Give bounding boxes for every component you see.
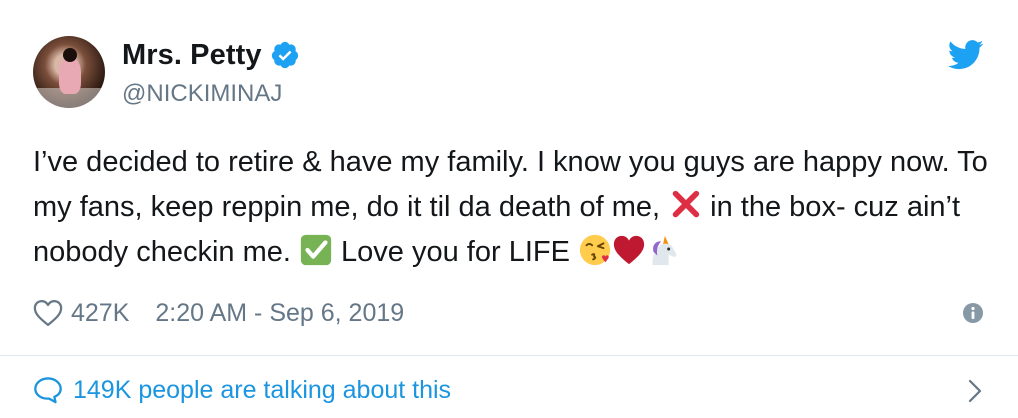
conversation-count-text[interactable]: 149K people are talking about this: [73, 376, 451, 405]
speech-bubble-icon: [34, 377, 62, 404]
info-icon[interactable]: [962, 302, 984, 324]
avatar-figure: [59, 58, 81, 94]
tweet-meta: 427K 2:20 AM - Sep 6, 2019: [33, 293, 404, 333]
name-row: Mrs. Petty: [122, 37, 300, 73]
tweet-text: I’ve decided to retire & have my family.…: [33, 140, 993, 275]
face-blowing-kiss-icon: [579, 234, 611, 266]
divider: [0, 355, 1018, 356]
avatar[interactable]: [33, 36, 105, 108]
heart-icon[interactable]: [33, 299, 63, 327]
tweet-card: Mrs. Petty @NICKIMINAJ I’ve decided to r…: [0, 0, 1018, 418]
twitter-bird-icon[interactable]: [948, 40, 984, 70]
display-name[interactable]: Mrs. Petty: [122, 39, 262, 72]
chevron-right-icon[interactable]: [966, 378, 984, 404]
check-mark-button-icon: [300, 234, 332, 266]
verified-badge-icon: [271, 41, 298, 69]
tweet-text-part: Love you for LIFE: [332, 236, 578, 268]
like-count[interactable]: 427K: [71, 299, 129, 328]
red-heart-icon: [613, 235, 645, 265]
cross-mark-icon: [672, 190, 700, 218]
tweet-timestamp[interactable]: 2:20 AM - Sep 6, 2019: [155, 299, 404, 328]
unicorn-icon: [652, 235, 677, 266]
avatar-head: [63, 48, 77, 62]
conversation-link[interactable]: 149K people are talking about this: [33, 370, 451, 410]
user-handle[interactable]: @NICKIMINAJ: [122, 80, 282, 108]
